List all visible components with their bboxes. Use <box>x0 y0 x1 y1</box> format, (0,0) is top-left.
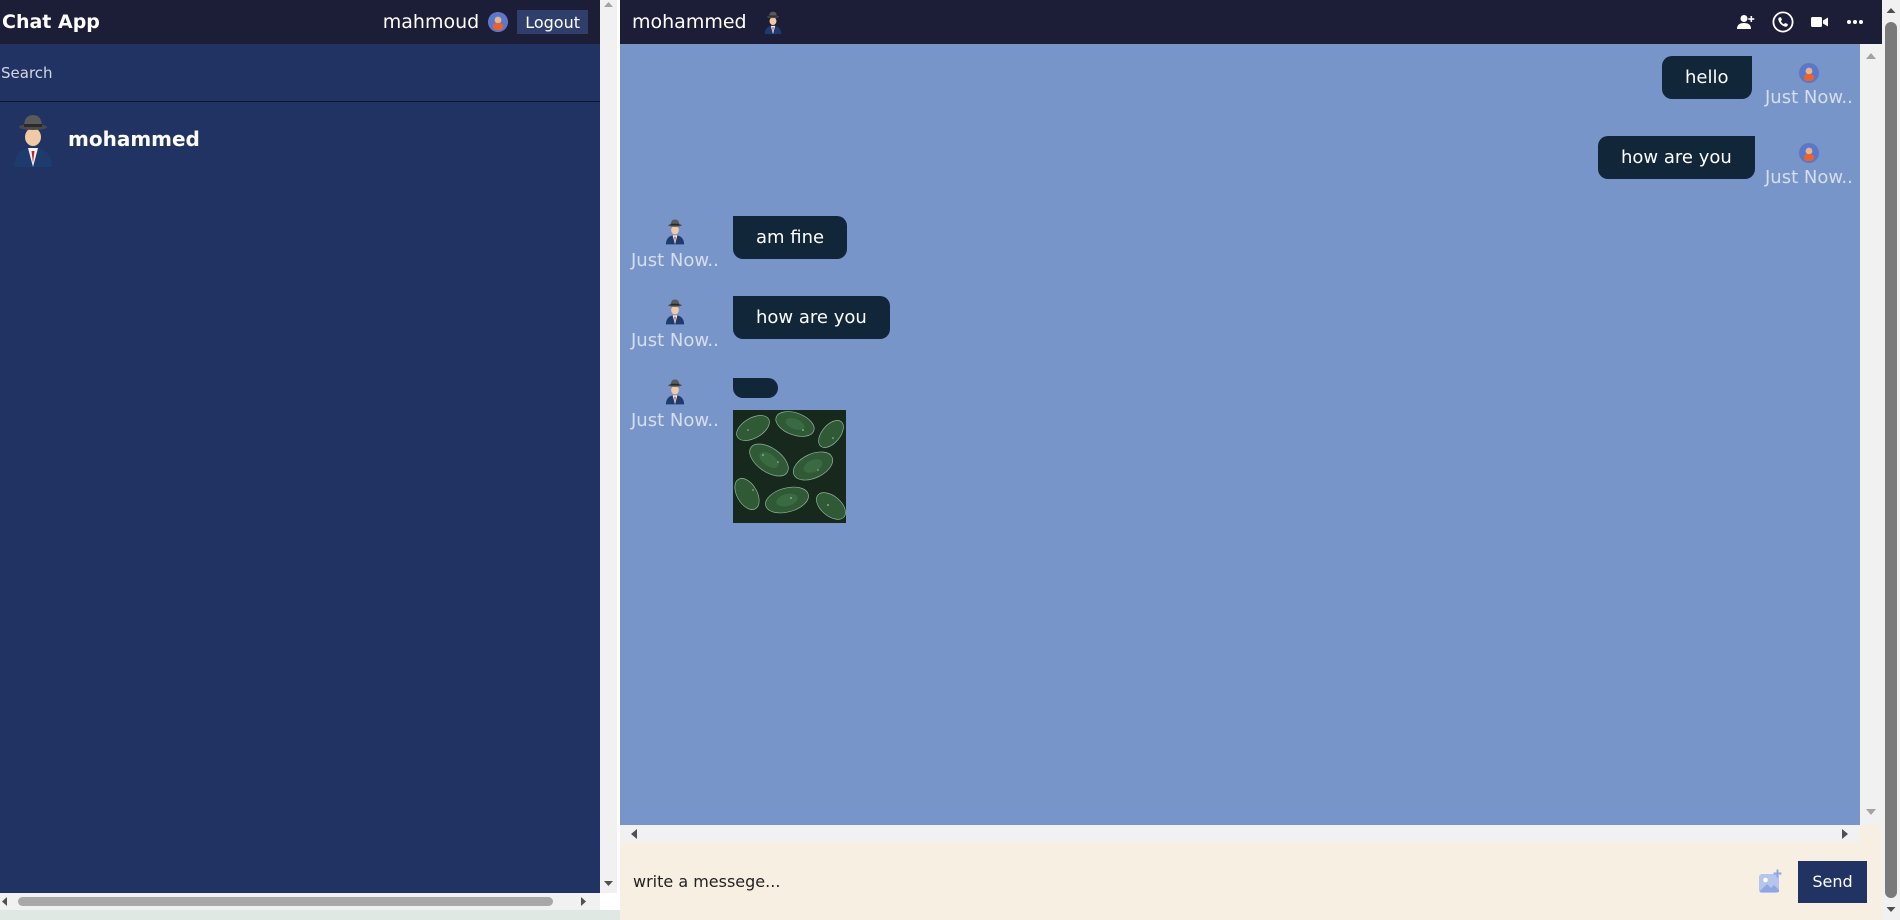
message-time: Just Now.. <box>631 250 719 271</box>
chat-header-icons <box>1737 11 1882 33</box>
message-bubble: hello <box>1662 56 1752 99</box>
man-in-hat-avatar-icon <box>664 216 686 250</box>
message-time: Just Now.. <box>631 330 719 351</box>
message-input-bar: Send <box>620 843 1882 920</box>
messages-area: hello Just Now.. how are you Just Now.. … <box>620 44 1860 825</box>
sidebar-scroll-thumb[interactable] <box>18 897 553 906</box>
message-bubble: how are you <box>1598 136 1755 179</box>
sidebar-vertical-scrollbar[interactable] <box>600 0 617 893</box>
logout-button[interactable]: Logout <box>517 10 588 34</box>
message-other: how are you <box>733 296 890 339</box>
current-user: mahmoud Logout <box>383 10 588 34</box>
more-icon[interactable] <box>1846 19 1864 25</box>
leaf-photo-image[interactable] <box>733 410 846 523</box>
message-other: am fine <box>733 216 848 259</box>
message-bubble: am fine <box>733 216 848 259</box>
user-avatar-icon <box>1798 63 1819 87</box>
chat-list-item[interactable]: mohammed <box>0 103 600 175</box>
man-in-hat-avatar-icon <box>664 296 686 330</box>
message-input[interactable] <box>633 872 1758 891</box>
message-time: Just Now.. <box>631 410 719 431</box>
send-button[interactable]: Send <box>1798 860 1867 903</box>
message-info: Just Now.. <box>631 376 719 431</box>
user-avatar-icon <box>488 12 509 32</box>
message-time: Just Now.. <box>1765 167 1853 188</box>
message-owner: hello <box>1662 56 1752 99</box>
messages-horizontal-scrollbar[interactable] <box>620 825 1860 843</box>
message-info: Just Now.. <box>1765 143 1853 188</box>
current-user-name: mahmoud <box>382 11 480 33</box>
message-time: Just Now.. <box>1765 87 1853 108</box>
add-user-icon[interactable] <box>1737 14 1755 30</box>
man-in-hat-avatar-icon <box>763 8 783 36</box>
phone-icon[interactable] <box>1772 11 1794 33</box>
chat-contact-name: mohammed <box>632 11 747 33</box>
chat-list-item-name: mohammed <box>68 127 200 151</box>
sidebar-navbar: Chat App mahmoud Logout <box>0 0 600 44</box>
user-avatar-icon <box>1798 143 1819 167</box>
search-input[interactable] <box>1 63 600 82</box>
man-in-hat-avatar-icon <box>10 111 56 167</box>
message-other <box>733 378 846 523</box>
bottom-strip <box>0 910 620 920</box>
message-bubble: how are you <box>733 296 890 339</box>
message-info: Just Now.. <box>1765 63 1853 108</box>
messages-vertical-scrollbar[interactable] <box>1860 44 1882 825</box>
message-owner: how are you <box>1598 136 1755 179</box>
search-bar <box>0 44 600 102</box>
message-info: Just Now.. <box>631 296 719 351</box>
chat-header: mohammed <box>620 0 1882 44</box>
sidebar: Chat App mahmoud Logout Search mohammed <box>0 0 600 893</box>
message-bubble-empty <box>733 378 778 398</box>
man-in-hat-avatar-icon <box>664 376 686 410</box>
chat-panel: mohammed hello Just Now.. how are you Ju… <box>620 0 1882 920</box>
message-info: Just Now.. <box>631 216 719 271</box>
video-camera-icon[interactable] <box>1811 15 1829 29</box>
image-attach-icon[interactable] <box>1758 869 1784 895</box>
sidebar-horizontal-scrollbar[interactable] <box>0 893 600 910</box>
window-vertical-scrollbar[interactable] <box>1882 0 1900 920</box>
app-logo: Chat App <box>2 11 100 33</box>
